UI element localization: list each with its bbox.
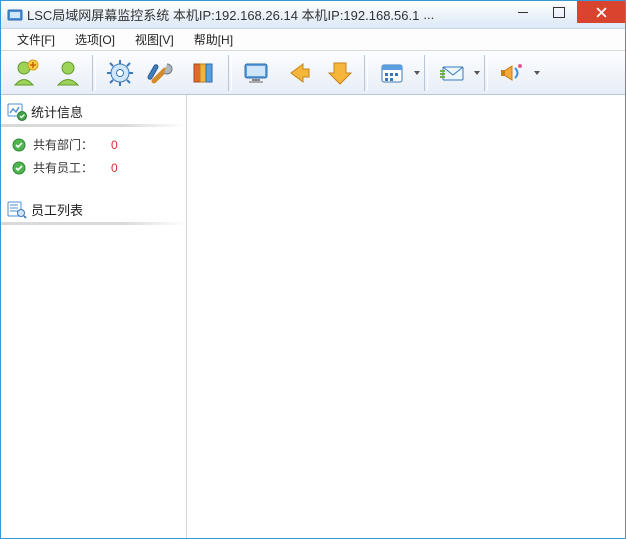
stats-header: 统计信息 (1, 99, 186, 124)
toolbar-separator (484, 55, 488, 91)
stat-label: 共有部门： (33, 136, 105, 153)
user-button[interactable] (48, 54, 88, 92)
stats-icon (7, 103, 27, 121)
window-controls (505, 1, 625, 23)
menu-help[interactable]: 帮助[H] (184, 29, 243, 50)
stat-value: 0 (111, 161, 118, 175)
close-button[interactable] (577, 1, 625, 23)
section-divider (1, 222, 186, 225)
check-icon (11, 137, 27, 153)
toolbar-separator (424, 55, 428, 91)
minimize-button[interactable] (505, 1, 541, 23)
main-content (187, 95, 625, 538)
body-area: 统计信息 共有部门： 0 共有员工： 0 员工列表 (1, 95, 625, 538)
window-title: LSC局域网屏幕监控系统 本机IP:192.168.26.14 本机IP:192… (27, 5, 419, 24)
mail-button[interactable] (432, 54, 472, 92)
stat-label: 共有员工： (33, 159, 105, 176)
spacer (1, 179, 186, 197)
menubar: 文件[F] 选项[O] 视图[V] 帮助[H] (1, 29, 625, 51)
stat-row-employees: 共有员工： 0 (1, 156, 186, 179)
list-search-icon (7, 201, 27, 219)
announce-dropdown[interactable] (533, 54, 541, 92)
employees-header: 员工列表 (1, 197, 186, 222)
library-button[interactable] (184, 54, 224, 92)
monitor-button[interactable] (236, 54, 276, 92)
toolbar-separator (92, 55, 96, 91)
stat-value: 0 (111, 138, 118, 152)
stat-row-departments: 共有部门： 0 (1, 133, 186, 156)
calendar-dropdown[interactable] (413, 54, 421, 92)
employees-header-label: 员工列表 (31, 200, 83, 219)
toolbar-separator (364, 55, 368, 91)
title-truncated: ... (423, 7, 434, 22)
toolbar (1, 51, 625, 95)
announce-button[interactable] (492, 54, 532, 92)
check-icon (11, 160, 27, 176)
stats-header-label: 统计信息 (31, 102, 83, 121)
settings-button[interactable] (100, 54, 140, 92)
maximize-button[interactable] (541, 1, 577, 23)
back-button[interactable] (278, 54, 318, 92)
menu-options[interactable]: 选项[O] (65, 29, 125, 50)
menu-view[interactable]: 视图[V] (125, 29, 184, 50)
tools-button[interactable] (142, 54, 182, 92)
section-divider (1, 124, 186, 127)
calendar-button[interactable] (372, 54, 412, 92)
menu-file[interactable]: 文件[F] (7, 29, 65, 50)
toolbar-separator (228, 55, 232, 91)
titlebar: LSC局域网屏幕监控系统 本机IP:192.168.26.14 本机IP:192… (1, 1, 625, 29)
add-user-button[interactable] (6, 54, 46, 92)
sidebar: 统计信息 共有部门： 0 共有员工： 0 员工列表 (1, 95, 187, 538)
mail-dropdown[interactable] (473, 54, 481, 92)
app-icon (7, 7, 23, 23)
down-button[interactable] (320, 54, 360, 92)
